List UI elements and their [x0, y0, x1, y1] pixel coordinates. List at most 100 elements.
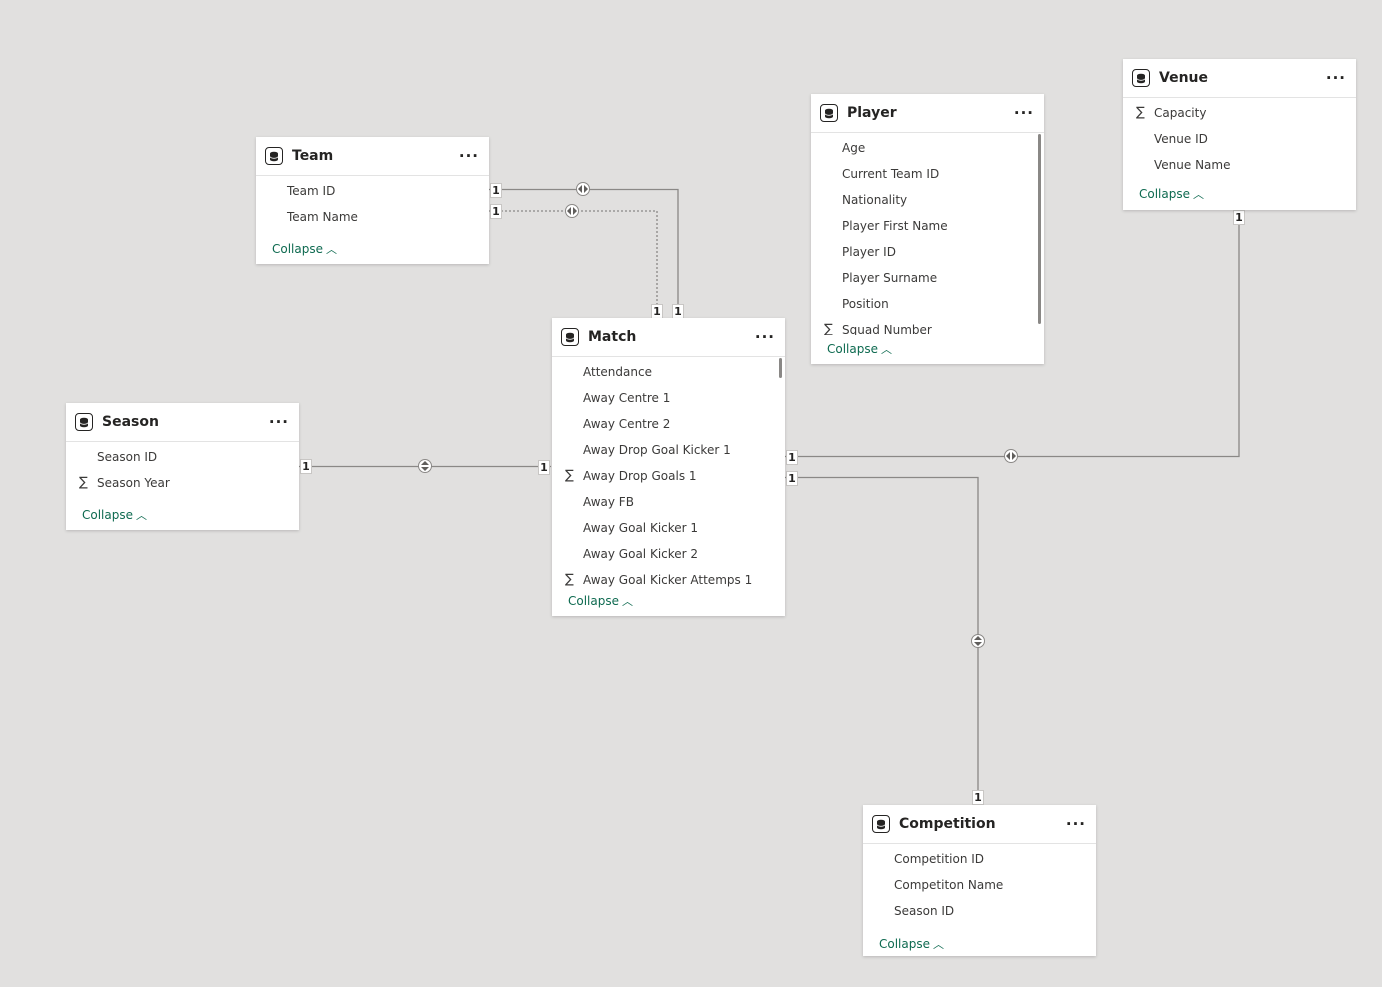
field-list[interactable]: Attendance Away Centre 1 Away Centre 2 Away… — [552, 357, 785, 587]
field-label: Season Year — [97, 476, 170, 490]
card-header[interactable]: Venue ··· — [1123, 59, 1356, 98]
chevron-up-icon: ︿ — [933, 938, 944, 951]
field-row[interactable]: Competition ID — [863, 846, 1096, 872]
card-header[interactable]: Competition ··· — [863, 805, 1096, 844]
collapse-button[interactable]: Collapse ︿ — [552, 587, 633, 615]
field-row[interactable]: Venue ID — [1123, 126, 1356, 152]
field-row[interactable]: Attendance — [552, 359, 785, 385]
card-title: Match — [588, 329, 637, 345]
crossfilter-both-icon[interactable] — [418, 459, 432, 473]
field-row[interactable]: Current Team ID — [811, 161, 1044, 187]
chevron-up-icon: ︿ — [622, 595, 633, 608]
field-row[interactable]: Nationality — [811, 187, 1044, 213]
table-icon — [820, 104, 838, 122]
field-row[interactable]: Venue Name — [1123, 152, 1356, 178]
field-list[interactable]: Age Current Team ID Nationality Player Firs… — [811, 133, 1044, 335]
sigma-icon: ∑ — [565, 468, 574, 483]
field-row[interactable]: Away FB — [552, 489, 785, 515]
field-row[interactable]: Player Surname — [811, 265, 1044, 291]
field-row[interactable]: Team ID — [256, 178, 489, 204]
table-icon — [561, 328, 579, 346]
scrollbar[interactable] — [779, 358, 782, 378]
relationship-line-team-match-inactive[interactable] — [489, 210, 658, 318]
field-label: Player Surname — [842, 271, 938, 285]
field-row[interactable]: Player ID — [811, 239, 1044, 265]
field-row[interactable]: ∑ Away Goal Kicker Attemps 1 — [552, 567, 785, 587]
scrollbar[interactable] — [1038, 134, 1041, 324]
card-title: Season — [102, 414, 159, 430]
field-row[interactable]: Away Centre 2 — [552, 411, 785, 437]
field-label: Team Name — [287, 210, 358, 224]
field-label: Away Centre 2 — [583, 417, 671, 431]
field-row[interactable]: ∑ Season Year — [66, 470, 299, 496]
cardinality-match-right-2: 1 — [786, 471, 798, 486]
more-options-icon[interactable]: ··· — [1066, 815, 1086, 833]
collapse-button[interactable]: Collapse ︿ — [863, 930, 944, 958]
collapse-button[interactable]: Collapse ︿ — [256, 235, 337, 263]
card-header[interactable]: Team ··· — [256, 137, 489, 176]
cardinality-team-2: 1 — [490, 204, 502, 219]
field-label: Competition ID — [894, 852, 985, 866]
cardinality-match-left: 1 — [538, 460, 550, 475]
field-label: Nationality — [842, 193, 908, 207]
field-row[interactable]: Away Goal Kicker 2 — [552, 541, 785, 567]
table-card-venue[interactable]: Venue ··· ∑ Capacity Venue ID Venue Name Co… — [1123, 59, 1356, 210]
collapse-button[interactable]: Collapse ︿ — [811, 335, 892, 363]
field-label: Away Goal Kicker 1 — [583, 521, 699, 535]
table-card-match[interactable]: Match ··· Attendance Away Centre 1 Away Ce… — [552, 318, 785, 616]
field-row[interactable]: Season ID — [66, 444, 299, 470]
field-label: Season ID — [97, 450, 158, 464]
table-card-player[interactable]: Player ··· Age Current Team ID Nationality… — [811, 94, 1044, 364]
field-list: Team ID Team Name — [256, 176, 489, 231]
table-card-team[interactable]: Team ··· Team ID Team Name Collapse ︿ — [256, 137, 489, 264]
sigma-icon: ∑ — [79, 475, 88, 490]
crossfilter-both-icon[interactable] — [576, 182, 590, 196]
field-row[interactable]: Team Name — [256, 204, 489, 230]
card-title: Player — [847, 105, 897, 121]
sigma-icon: ∑ — [565, 572, 574, 587]
field-row[interactable]: ∑ Capacity — [1123, 100, 1356, 126]
card-title: Competition — [899, 816, 996, 832]
card-header[interactable]: Player ··· — [811, 94, 1044, 133]
more-options-icon[interactable]: ··· — [269, 413, 289, 431]
sigma-icon: ∑ — [824, 322, 833, 335]
cardinality-venue: 1 — [1233, 210, 1245, 225]
relationship-line-team-match-active[interactable] — [489, 188, 679, 319]
table-card-season[interactable]: Season ··· Season ID ∑ Season Year Collaps… — [66, 403, 299, 530]
field-label: Competiton Name — [894, 878, 1004, 892]
chevron-up-icon: ︿ — [326, 243, 337, 256]
crossfilter-both-icon[interactable] — [1004, 449, 1018, 463]
field-label: Age — [842, 141, 866, 155]
field-list: ∑ Capacity Venue ID Venue Name — [1123, 98, 1356, 179]
crossfilter-both-icon[interactable] — [971, 634, 985, 648]
field-label: Player First Name — [842, 219, 948, 233]
field-label: Away Centre 1 — [583, 391, 671, 405]
field-row[interactable]: ∑ Squad Number — [811, 317, 1044, 335]
field-row[interactable]: Competiton Name — [863, 872, 1096, 898]
collapse-button[interactable]: Collapse ︿ — [66, 501, 147, 529]
table-icon — [872, 815, 890, 833]
card-header[interactable]: Match ··· — [552, 318, 785, 357]
more-options-icon[interactable]: ··· — [1326, 69, 1346, 87]
table-card-competition[interactable]: Competition ··· Competition ID Competiton… — [863, 805, 1096, 956]
field-label: Position — [842, 297, 889, 311]
card-header[interactable]: Season ··· — [66, 403, 299, 442]
field-row[interactable]: Age — [811, 135, 1044, 161]
field-row[interactable]: Season ID — [863, 898, 1096, 924]
table-icon — [265, 147, 283, 165]
cardinality-match-top-2: 1 — [672, 304, 684, 319]
more-options-icon[interactable]: ··· — [1014, 104, 1034, 122]
field-row[interactable]: Position — [811, 291, 1044, 317]
relationship-line-match-competition[interactable] — [785, 476, 979, 806]
field-label: Away FB — [583, 495, 634, 509]
field-row[interactable]: Away Goal Kicker 1 — [552, 515, 785, 541]
more-options-icon[interactable]: ··· — [459, 147, 479, 165]
cardinality-match-top-1: 1 — [651, 304, 663, 319]
more-options-icon[interactable]: ··· — [755, 328, 775, 346]
field-row[interactable]: Away Centre 1 — [552, 385, 785, 411]
collapse-button[interactable]: Collapse ︿ — [1123, 180, 1204, 208]
field-row[interactable]: ∑ Away Drop Goals 1 — [552, 463, 785, 489]
crossfilter-both-icon[interactable] — [565, 204, 579, 218]
field-row[interactable]: Player First Name — [811, 213, 1044, 239]
field-row[interactable]: Away Drop Goal Kicker 1 — [552, 437, 785, 463]
